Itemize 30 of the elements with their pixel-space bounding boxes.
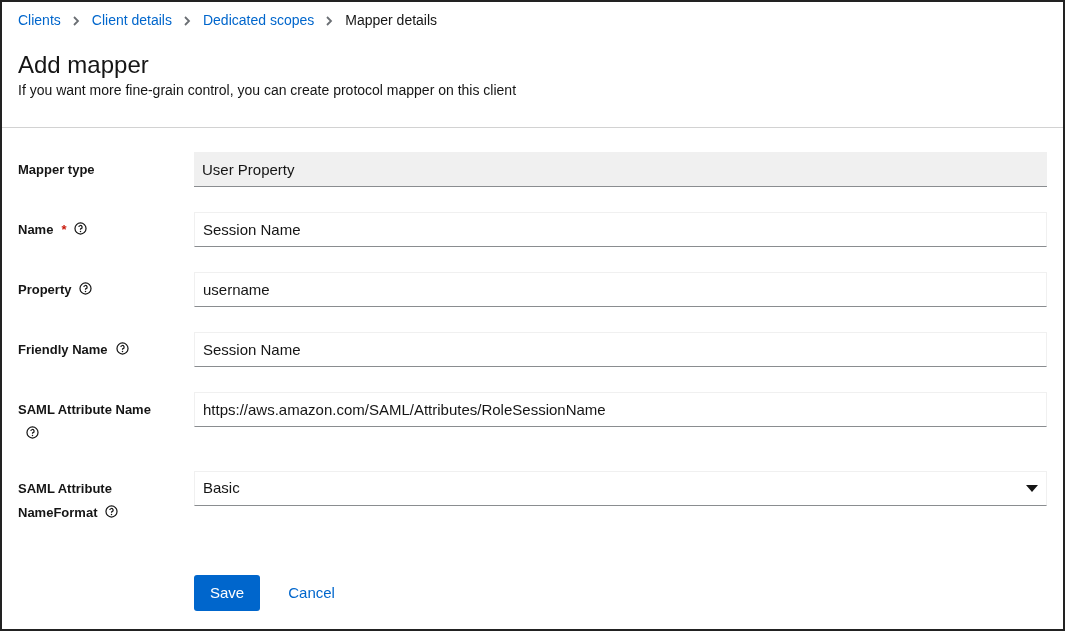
help-icon[interactable] <box>105 505 119 518</box>
chevron-icon <box>326 15 334 26</box>
chevron-icon <box>183 15 191 26</box>
help-icon[interactable] <box>74 222 88 235</box>
required-mark: * <box>61 222 67 237</box>
field-label: Friendly Name <box>18 342 108 357</box>
field-label: SAML Attribute NameFormat <box>18 481 112 520</box>
field-label: Mapper type <box>18 162 95 177</box>
text-field[interactable]: Session Name <box>194 212 1047 247</box>
page-title: Add mapper <box>18 50 150 80</box>
text-field[interactable]: username <box>194 272 1047 307</box>
chevron-icon <box>72 15 80 26</box>
help-icon[interactable] <box>79 282 93 295</box>
breadcrumb-link[interactable]: Client details <box>91 10 172 31</box>
save-button[interactable]: Save <box>194 575 261 611</box>
field-label: Property <box>18 282 72 297</box>
field-label: SAML Attribute Name <box>18 402 151 417</box>
select-field[interactable]: Basic <box>194 471 1047 506</box>
breadcrumb-link[interactable]: Dedicated scopes <box>202 10 315 31</box>
cancel-link[interactable]: Cancel <box>272 575 351 611</box>
caret-icon <box>1026 485 1038 492</box>
help-icon[interactable] <box>26 426 39 439</box>
text-field[interactable]: User Property <box>194 152 1047 187</box>
text-field[interactable]: https://aws.amazon.com/SAML/Attributes/RoleSessionName <box>194 392 1047 427</box>
breadcrumb-current: Mapper details <box>345 11 438 30</box>
field-label: Name <box>18 222 54 237</box>
text-field[interactable]: Session Name <box>194 332 1047 367</box>
page-subtitle: If you want more fine-grain control, you can create protocol mapper on this client <box>18 81 518 100</box>
help-icon[interactable] <box>115 342 129 355</box>
breadcrumb-link[interactable]: Clients <box>18 10 61 31</box>
